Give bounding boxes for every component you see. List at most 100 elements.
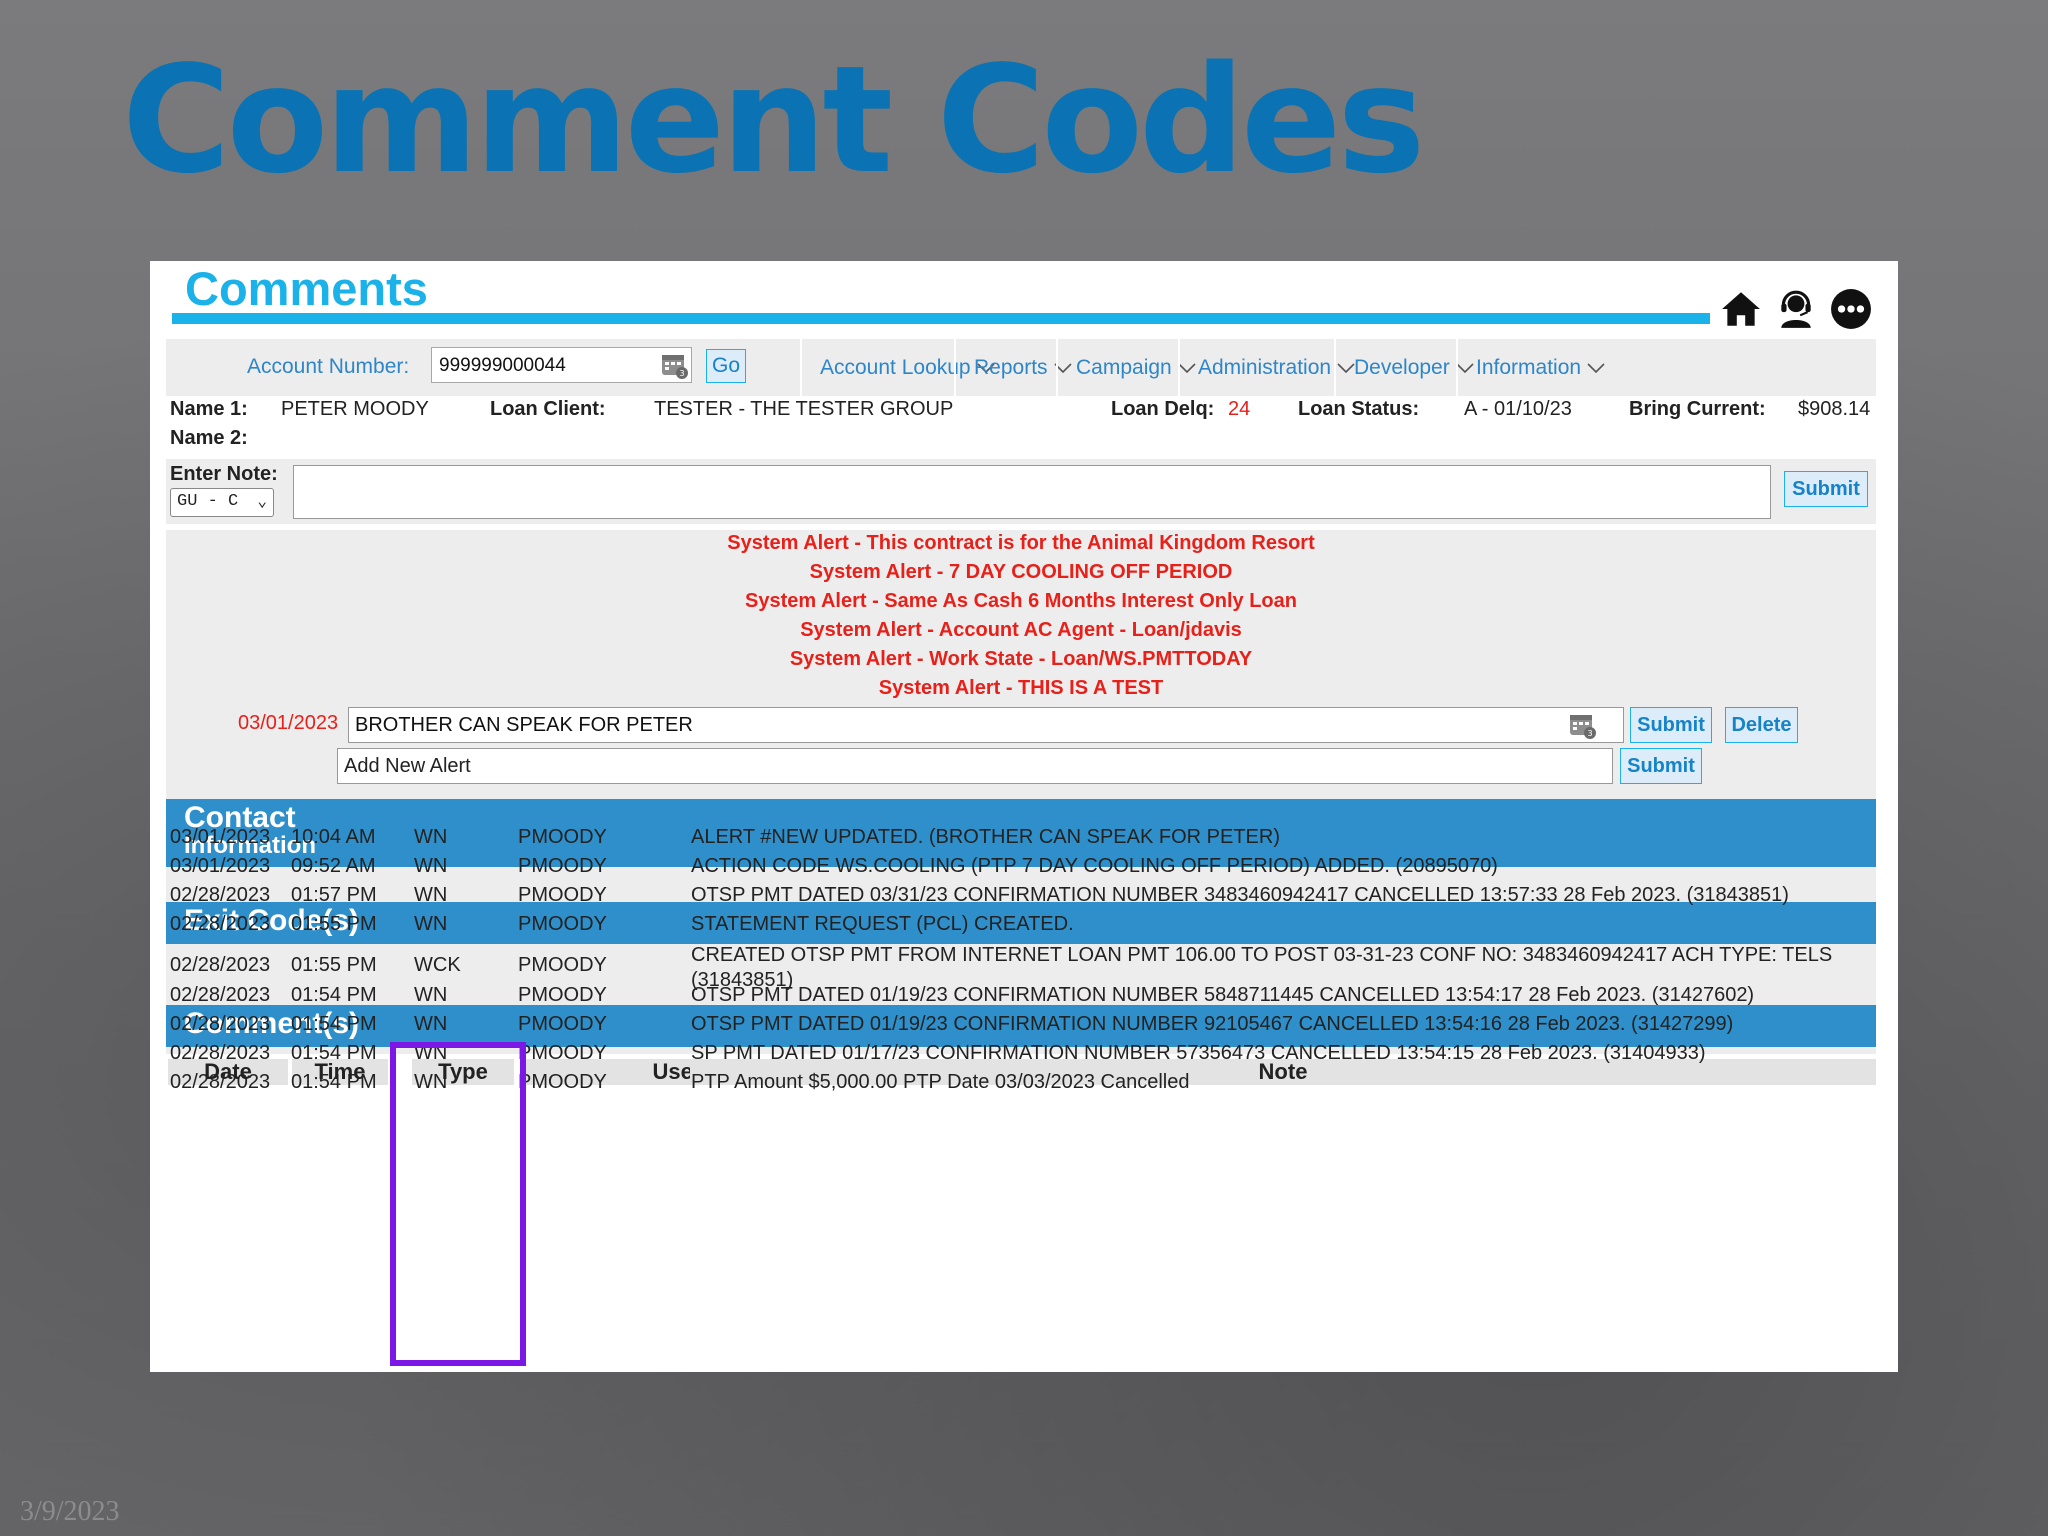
cell-note: CREATED OTSP PMT FROM INTERNET LOAN PMT … <box>691 944 1833 966</box>
bring-current-value: $908.14 <box>1798 398 1871 420</box>
menu-information[interactable]: Information <box>1456 339 1605 396</box>
system-alert: System Alert - This contract is for the … <box>727 532 1315 554</box>
cell-user: PMOODY <box>518 1042 607 1064</box>
loan-status-value: A - 01/10/23 <box>1464 398 1572 420</box>
cell-note: SP PMT DATED 01/17/23 CONFIRMATION NUMBE… <box>691 1042 1706 1064</box>
cell-type: WCK <box>414 954 461 976</box>
system-alert: System Alert - Account AC Agent - Loan/j… <box>800 619 1242 641</box>
cell-type: WN <box>414 855 448 877</box>
cell-time: 01:55 PM <box>291 913 377 935</box>
name1-label: Name 1: <box>170 398 248 420</box>
cell-time: 10:04 AM <box>291 826 376 848</box>
cell-date: 02/28/2023 <box>170 984 271 1006</box>
go-button[interactable]: Go <box>706 349 746 383</box>
svg-text:3: 3 <box>679 369 684 378</box>
top-icon-bar <box>1720 288 1872 330</box>
slide-date: 3/9/2023 <box>20 1496 120 1527</box>
cell-note: ALERT #NEW UPDATED. (BROTHER CAN SPEAK F… <box>691 826 1280 848</box>
cell-date: 02/28/2023 <box>170 954 271 976</box>
system-alert: System Alert - THIS IS A TEST <box>878 677 1164 699</box>
cell-time: 01:54 PM <box>291 1071 377 1093</box>
cell-note: OTSP PMT DATED 01/19/23 CONFIRMATION NUM… <box>691 1013 1734 1035</box>
cell-type: WN <box>414 884 448 906</box>
name1-value: PETER MOODY <box>281 398 429 420</box>
more-options-icon[interactable] <box>1830 288 1872 330</box>
cell-time: 01:54 PM <box>291 984 377 1006</box>
loan-status-label: Loan Status: <box>1298 398 1420 420</box>
alert-date: 03/01/2023 <box>238 712 339 734</box>
add-new-alert-input[interactable]: Add New Alert <box>337 748 1613 784</box>
calendar-icon[interactable]: 3 <box>660 351 688 379</box>
menu-label: Campaign <box>1076 356 1172 379</box>
slide-title: Comment Codes <box>122 34 1425 206</box>
cell-user: PMOODY <box>518 913 607 935</box>
new-alert-submit-button[interactable]: Submit <box>1620 748 1702 784</box>
cell-type: WN <box>414 1013 448 1035</box>
cell-type: WN <box>414 826 448 848</box>
name2-label: Name 2: <box>170 427 248 449</box>
cell-type: WN <box>414 984 448 1006</box>
note-code-select[interactable]: GU - C ⌄ <box>170 488 274 517</box>
cell-user: PMOODY <box>518 826 607 848</box>
menu-campaign[interactable]: Campaign <box>1056 339 1196 396</box>
cell-user: PMOODY <box>518 1013 607 1035</box>
cell-date: 02/28/2023 <box>170 1013 271 1035</box>
cell-time: 01:55 PM <box>291 954 377 976</box>
loan-client-value: TESTER - THE TESTER GROUP <box>654 398 954 420</box>
cell-user: PMOODY <box>518 855 607 877</box>
system-alert: System Alert - Work State - Loan/WS.PMTT… <box>789 648 1253 670</box>
bring-current-label: Bring Current: <box>1629 398 1766 420</box>
title-underline <box>172 313 1710 324</box>
page-title: Comments <box>185 262 428 315</box>
note-submit-button[interactable]: Submit <box>1784 471 1868 507</box>
chevron-down-icon <box>1587 363 1605 374</box>
cell-user: PMOODY <box>518 1071 607 1093</box>
note-code-value: GU - C <box>177 492 239 511</box>
account-number-label: Account Number: <box>247 355 410 378</box>
menu-administration[interactable]: Administration <box>1178 339 1355 396</box>
enter-note-label: Enter Note: <box>170 463 278 485</box>
chevron-down-icon: ⌄ <box>257 493 267 511</box>
cell-type: WN <box>414 913 448 935</box>
cell-note: STATEMENT REQUEST (PCL) CREATED. <box>691 913 1074 935</box>
cell-date: 02/28/2023 <box>170 1042 271 1064</box>
type-column-highlight <box>390 1042 526 1366</box>
cell-time: 01:57 PM <box>291 884 377 906</box>
home-icon[interactable] <box>1720 288 1762 330</box>
cell-time: 01:54 PM <box>291 1042 377 1064</box>
note-textarea[interactable] <box>293 465 1771 519</box>
loan-delq-label: Loan Delq: <box>1111 398 1215 420</box>
menu-label: Developer <box>1354 356 1450 379</box>
cell-note: PTP Amount $5,000.00 PTP Date 03/03/2023… <box>691 1071 1190 1093</box>
menu-reports[interactable]: Reports <box>954 339 1072 396</box>
calendar-icon[interactable]: 3 <box>1568 711 1596 739</box>
menu-label: Information <box>1476 356 1582 379</box>
cell-user: PMOODY <box>518 884 607 906</box>
cell-note: OTSP PMT DATED 01/19/23 CONFIRMATION NUM… <box>691 984 1755 1006</box>
cell-date: 02/28/2023 <box>170 1071 271 1093</box>
note-entry-area: Enter Note: GU - C ⌄ Submit <box>166 459 1876 524</box>
agent-headset-icon[interactable] <box>1775 288 1817 330</box>
alert-edit-input[interactable]: BROTHER CAN SPEAK FOR PETER <box>348 707 1624 743</box>
cell-note: ACTION CODE WS.COOLING (PTP 7 DAY COOLIN… <box>691 855 1498 877</box>
cell-time: 01:54 PM <box>291 1013 377 1035</box>
system-alert: System Alert - Same As Cash 6 Months Int… <box>745 590 1297 612</box>
loan-client-label: Loan Client: <box>490 398 606 420</box>
menu-label: Account Lookup <box>820 356 971 379</box>
menu-label: Administration <box>1198 356 1332 379</box>
system-alert: System Alert - 7 DAY COOLING OFF PERIOD <box>809 561 1233 583</box>
cell-date: 03/01/2023 <box>170 855 271 877</box>
account-number-input[interactable]: 999999000044 <box>431 347 692 383</box>
cell-date: 02/28/2023 <box>170 884 271 906</box>
cell-date: 02/28/2023 <box>170 913 271 935</box>
cell-user: PMOODY <box>518 954 607 976</box>
cell-user: PMOODY <box>518 984 607 1006</box>
nav-bar: Account Number: 999999000044 3 Go Accoun… <box>166 339 1876 396</box>
menu-label: Reports <box>974 356 1048 379</box>
alert-submit-button[interactable]: Submit <box>1630 707 1712 743</box>
cell-note: OTSP PMT DATED 03/31/23 CONFIRMATION NUM… <box>691 884 1789 906</box>
alert-delete-button[interactable]: Delete <box>1725 707 1798 743</box>
menu-developer[interactable]: Developer <box>1334 339 1474 396</box>
cell-date: 03/01/2023 <box>170 826 271 848</box>
svg-text:3: 3 <box>1587 729 1592 738</box>
